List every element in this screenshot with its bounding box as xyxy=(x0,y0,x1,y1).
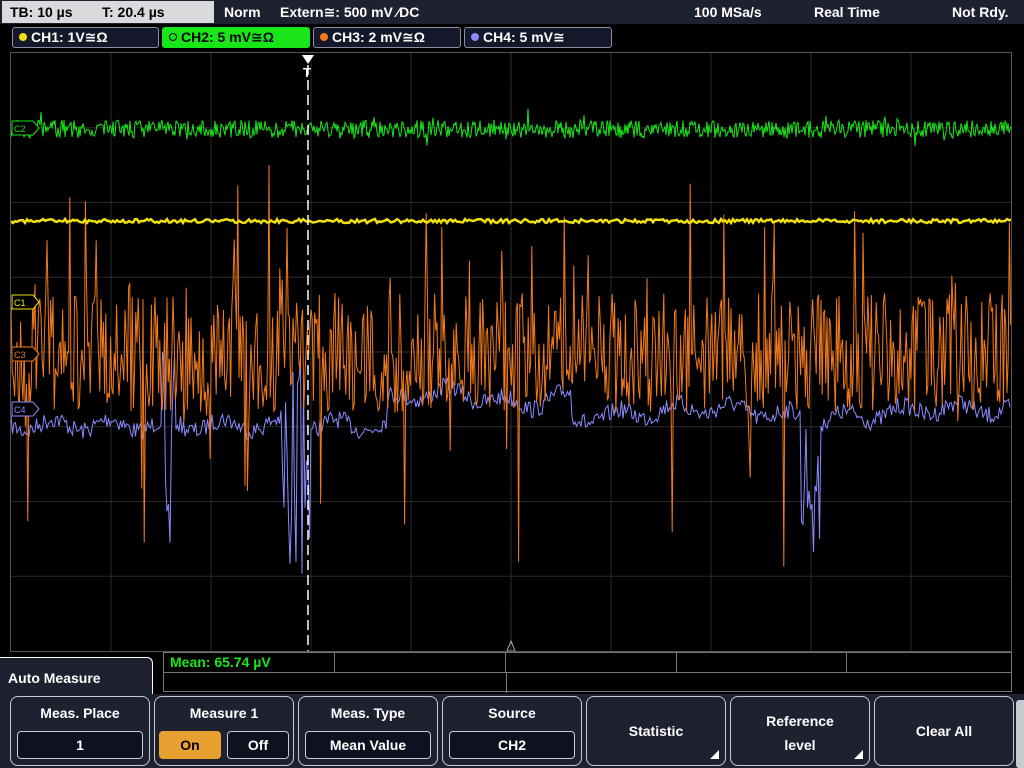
waveform-canvas[interactable]: T C2 C1 C3 C4 xyxy=(11,53,1011,651)
measure1-on-button[interactable]: On xyxy=(159,731,221,759)
ch4-offset-marker[interactable]: C4 xyxy=(11,401,40,417)
trigger-time-readout: T: 20.4 µs xyxy=(102,4,165,20)
ch3-label: CH3: 2 mV≅Ω xyxy=(332,29,425,45)
ch2-offset-marker[interactable]: C2 xyxy=(11,120,40,136)
results-divider xyxy=(164,672,1011,693)
ch2-marker-label: C2 xyxy=(14,124,26,134)
ch4-marker-label: C4 xyxy=(14,405,26,415)
ch3-offset-marker[interactable]: C3 xyxy=(11,346,40,362)
channel-tab-ch2[interactable]: CH2: 5 mV≅Ω xyxy=(162,27,310,48)
meas-type-label: Meas. Type xyxy=(330,705,406,721)
statistic-softkey[interactable]: Statistic xyxy=(586,696,726,766)
acquisition-mode: Real Time xyxy=(814,4,880,20)
menu-title-text: Auto Measure xyxy=(8,670,101,686)
ch3-color-dot xyxy=(320,33,328,41)
measurement-results-panel: Mean: 65.74 µV xyxy=(163,652,1012,693)
clear-all-softkey[interactable]: Clear All xyxy=(874,696,1014,766)
measure1-label: Measure 1 xyxy=(189,705,259,721)
trigger-mode[interactable]: Norm xyxy=(224,0,261,24)
waveform-display[interactable]: T C2 C1 C3 C4 xyxy=(10,52,1012,652)
ch2-color-dot xyxy=(169,33,177,41)
meas-type-softkey[interactable]: Meas. Type Mean Value xyxy=(298,696,438,766)
meas-place-label: Meas. Place xyxy=(40,705,120,721)
channel-tab-ch4[interactable]: CH4: 5 mV≅ xyxy=(464,27,612,48)
timebase-readout: TB: 10 µs xyxy=(10,4,73,20)
mean-measurement-value: Mean: 65.74 µV xyxy=(170,654,271,670)
channel-tab-ch1[interactable]: CH1: 1V≅Ω xyxy=(12,27,159,48)
ch1-label: CH1: 1V≅Ω xyxy=(31,29,108,45)
ch4-color-dot xyxy=(471,33,479,41)
graticule xyxy=(11,53,1011,651)
reference-level-label-line1: Reference xyxy=(766,713,834,729)
measure1-off-button[interactable]: Off xyxy=(227,731,289,759)
statistic-label: Statistic xyxy=(628,723,684,739)
meas-place-value[interactable]: 1 xyxy=(17,731,143,759)
ch1-offset-marker[interactable]: C1 xyxy=(11,294,40,310)
submenu-corner-icon xyxy=(854,750,863,759)
ch4-label: CH4: 5 mV≅ xyxy=(483,29,565,45)
ch2-label: CH2: 5 mV≅Ω xyxy=(181,29,274,45)
ch1-marker-label: C1 xyxy=(14,298,26,308)
submenu-corner-icon xyxy=(710,750,719,759)
clear-all-label: Clear All xyxy=(915,723,973,739)
measure1-softkey[interactable]: Measure 1 On Off xyxy=(154,696,294,766)
ch3-marker-label: C3 xyxy=(14,350,26,360)
source-value[interactable]: CH2 xyxy=(449,731,575,759)
trigger-source[interactable]: Extern≅: 500 mV ⁄DC xyxy=(280,0,419,24)
meas-type-value[interactable]: Mean Value xyxy=(305,731,431,759)
reference-level-softkey[interactable]: Reference level xyxy=(730,696,870,766)
status-bar: TB: 10 µs T: 20.4 µs Norm Extern≅: 500 m… xyxy=(0,0,1024,24)
source-label: Source xyxy=(488,705,536,721)
menu-scroll-tab[interactable] xyxy=(1016,700,1024,768)
source-softkey[interactable]: Source CH2 xyxy=(442,696,582,766)
acquisition-state: Not Rdy. xyxy=(952,4,1009,20)
auto-measure-menu-title[interactable]: Auto Measure xyxy=(0,657,153,699)
sample-rate: 100 MSa/s xyxy=(694,4,762,20)
trigger-marker-label: T xyxy=(303,65,311,80)
softkey-bar: Meas. Place 1 Measure 1 On Off Meas. Typ… xyxy=(0,694,1024,768)
meas-place-softkey[interactable]: Meas. Place 1 xyxy=(10,696,150,766)
timebase-box[interactable]: TB: 10 µs T: 20.4 µs xyxy=(2,1,214,23)
reference-level-label-line2: level xyxy=(784,737,816,753)
channel-tab-ch3[interactable]: CH3: 2 mV≅Ω xyxy=(313,27,461,48)
ch1-color-dot xyxy=(19,33,27,41)
channel-bar: CH1: 1V≅Ω CH2: 5 mV≅Ω CH3: 2 mV≅Ω CH4: 5… xyxy=(0,24,1024,50)
